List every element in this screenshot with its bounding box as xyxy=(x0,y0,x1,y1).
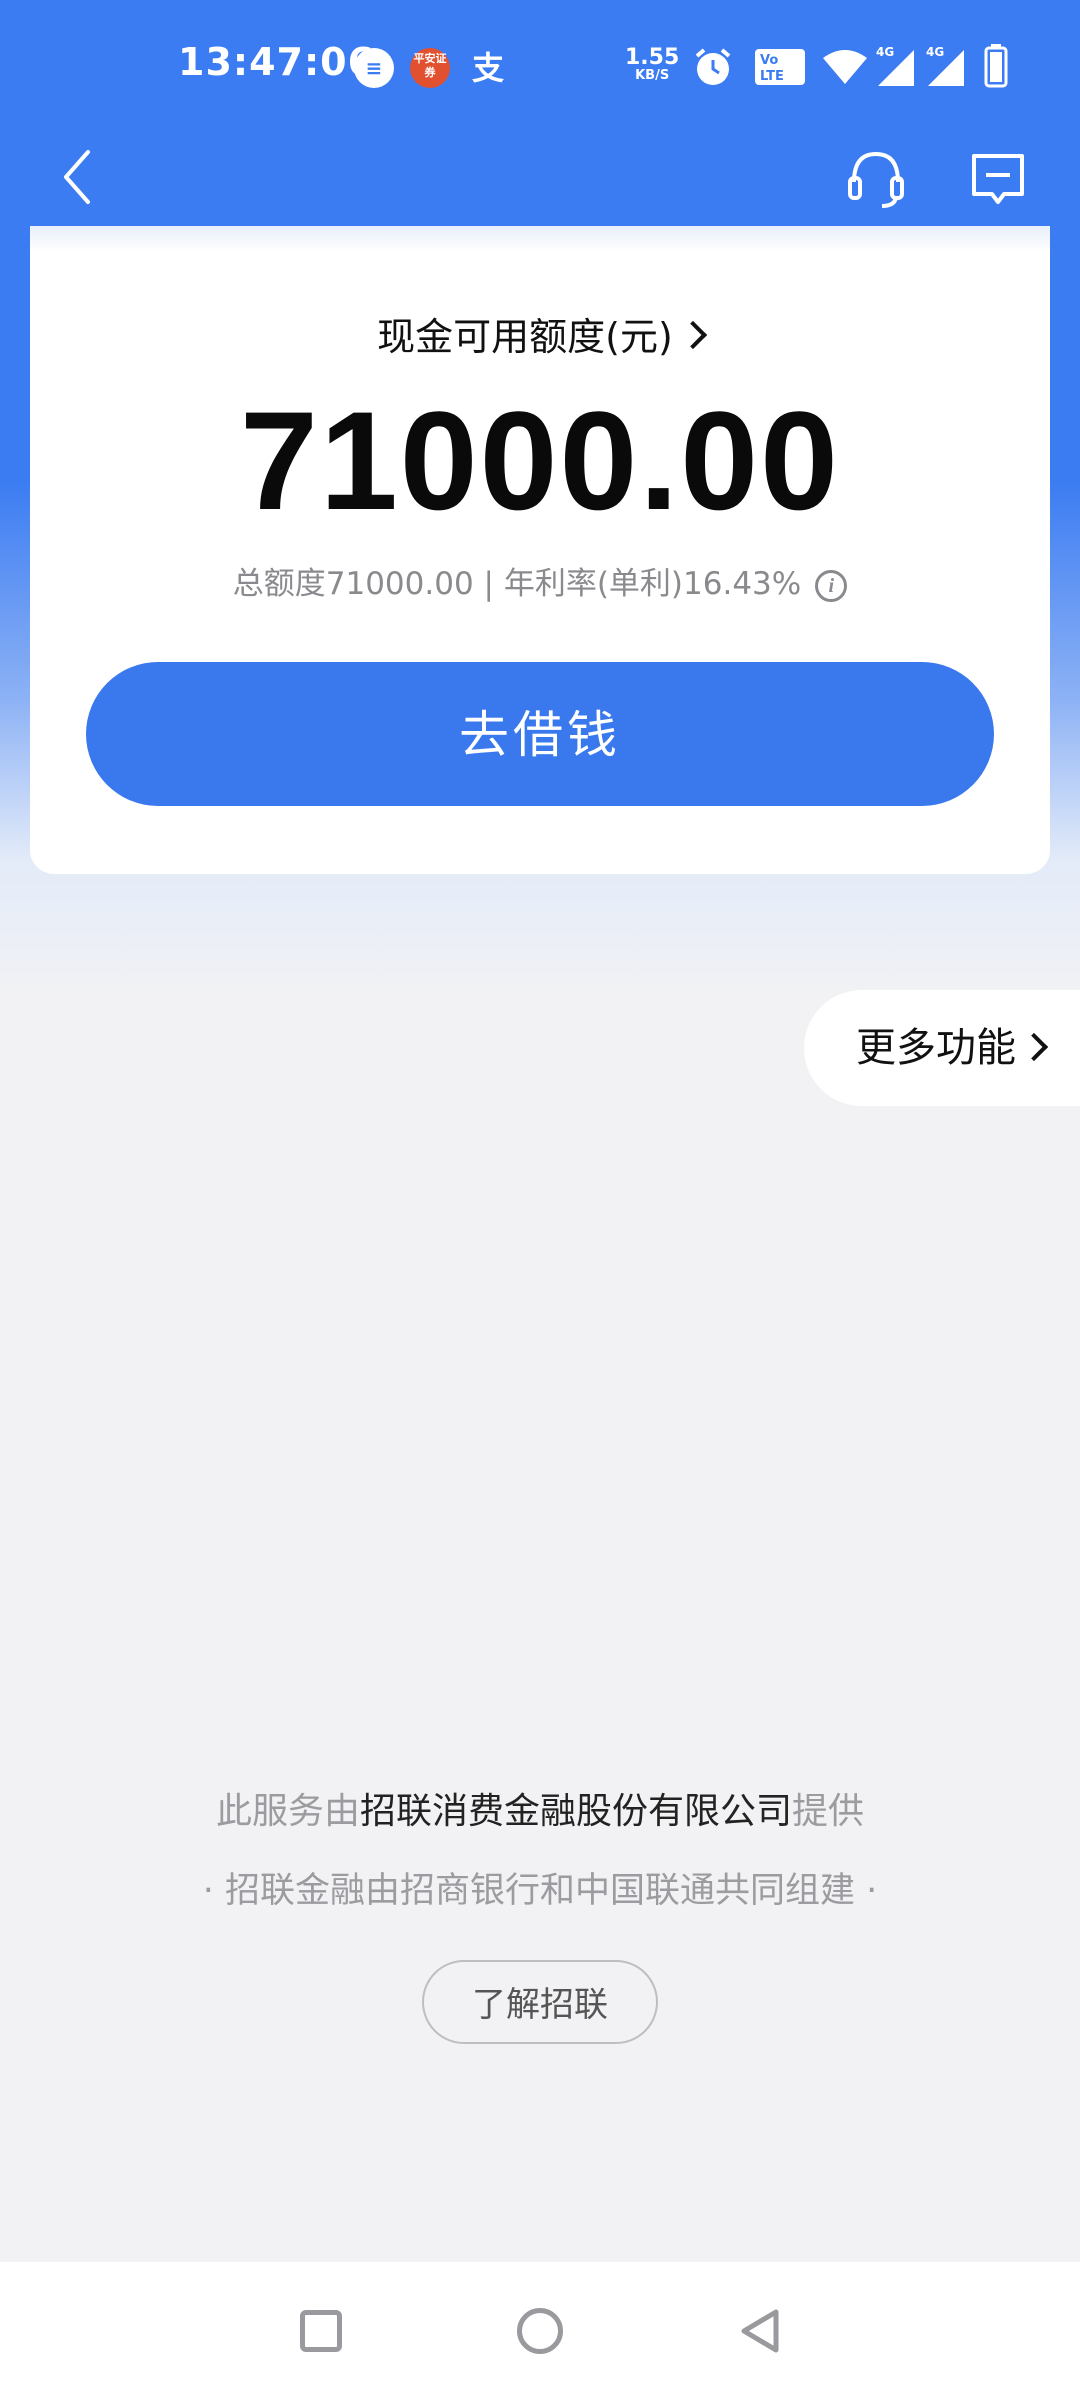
provider-company: 招联消费金融股份有限公司 xyxy=(359,1791,792,1832)
credit-card: 现金可用额度(元) 71000.00 总额度71000.00 | 年利率(单利)… xyxy=(30,228,1050,874)
svg-text:Vo: Vo xyxy=(760,53,778,68)
borrow-money-button[interactable]: 去借钱 xyxy=(86,662,994,806)
wifi-icon xyxy=(823,50,867,84)
chevron-right-icon xyxy=(1019,1032,1049,1062)
navigation-bar xyxy=(0,130,1080,230)
network-speed-value: 1.55 xyxy=(625,45,680,70)
chevron-left-icon[interactable] xyxy=(56,142,100,212)
card-top-shadow xyxy=(30,226,1050,252)
available-credit-amount: 71000.00 xyxy=(240,382,840,539)
headset-icon[interactable] xyxy=(844,142,908,212)
volte-icon: Vo LTE xyxy=(755,49,805,85)
recent-apps-icon[interactable] xyxy=(300,2310,342,2352)
learn-more-button[interactable]: 了解招联 xyxy=(422,1960,658,2044)
credit-label: 现金可用额度(元) xyxy=(377,315,673,359)
home-icon[interactable] xyxy=(517,2308,563,2354)
alarm-icon xyxy=(695,48,731,85)
signal-4g-icon: 4G xyxy=(876,45,914,86)
more-functions-button[interactable]: 更多功能 xyxy=(804,990,1080,1106)
credit-label-link[interactable]: 现金可用额度(元) xyxy=(30,306,1050,361)
service-provider-text: 此服务由招联消费金融股份有限公司提供 xyxy=(0,1782,1080,1834)
pingan-securities-icon: 平安证券 xyxy=(410,48,450,88)
info-icon[interactable]: i xyxy=(815,570,848,602)
company-background-text: · 招联金融由招商银行和中国联通共同组建 · xyxy=(202,1871,878,1911)
back-triangle-icon[interactable] xyxy=(738,2306,782,2356)
message-bubble-icon: ≡ xyxy=(354,48,394,88)
signal-4g-icon: 4G xyxy=(926,45,964,86)
provider-suffix: 提供 xyxy=(792,1791,865,1832)
alipay-icon: 支 xyxy=(471,49,504,87)
chevron-right-icon xyxy=(678,320,707,350)
svg-text:4G: 4G xyxy=(876,45,894,59)
svg-text:LTE: LTE xyxy=(760,69,784,84)
system-navigation-bar xyxy=(0,2262,1080,2400)
credit-info-text: 总额度71000.00 | 年利率(单利)16.43% xyxy=(232,566,802,602)
credit-info: 总额度71000.00 | 年利率(单利)16.43% i xyxy=(30,558,1050,604)
svg-text:4G: 4G xyxy=(926,45,944,59)
provider-prefix: 此服务由 xyxy=(215,1791,360,1832)
more-functions-label: 更多功能 xyxy=(856,1025,1016,1071)
network-speed: 1.55 KB/S xyxy=(625,45,680,84)
status-bar: 13:47:06 ≡ 平安证券 支 1.55 KB/S Vo LTE 4G 4G xyxy=(0,0,1080,130)
status-time: 13:47:06 xyxy=(178,40,376,84)
network-speed-unit: KB/S xyxy=(635,68,670,83)
battery-icon xyxy=(984,44,1008,88)
message-icon[interactable] xyxy=(968,142,1028,212)
